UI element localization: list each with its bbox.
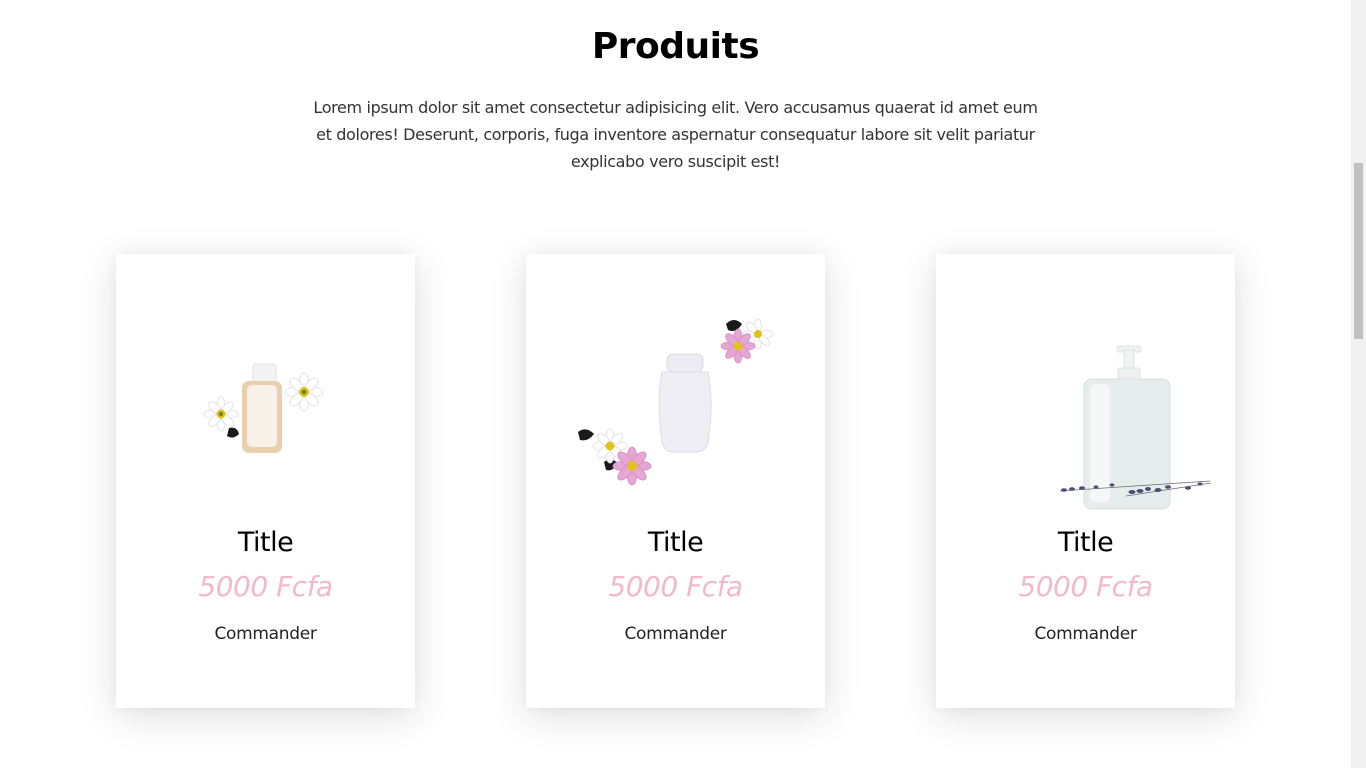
- product-image: [203, 363, 324, 453]
- scrollbar-thumb[interactable]: [1354, 163, 1363, 339]
- order-button[interactable]: Commander: [116, 624, 415, 644]
- product-title: Title: [1057, 527, 1114, 558]
- section-title: Produits: [591, 26, 760, 67]
- product-price: 5000 Fcfa: [1018, 570, 1153, 603]
- product-price: 5000 Fcfa: [198, 570, 333, 603]
- product-card: Title 5000 Fcfa Commander: [936, 254, 1235, 708]
- products-page: Produits Lorem ipsum dolor sit amet cons…: [0, 0, 1351, 768]
- product-card: Title 5000 Fcfa Commander: [116, 254, 415, 708]
- product-image: [578, 318, 774, 486]
- order-button[interactable]: Commander: [936, 624, 1235, 644]
- product-image: [1059, 345, 1212, 510]
- product-card: Title 5000 Fcfa Commander: [526, 254, 825, 708]
- product-title: Title: [647, 527, 704, 558]
- order-button[interactable]: Commander: [526, 624, 825, 644]
- product-price: 5000 Fcfa: [608, 570, 743, 603]
- vertical-scrollbar[interactable]: [1351, 0, 1366, 768]
- section-description: Lorem ipsum dolor sit amet consectetur a…: [313, 98, 1038, 171]
- product-title: Title: [237, 527, 294, 558]
